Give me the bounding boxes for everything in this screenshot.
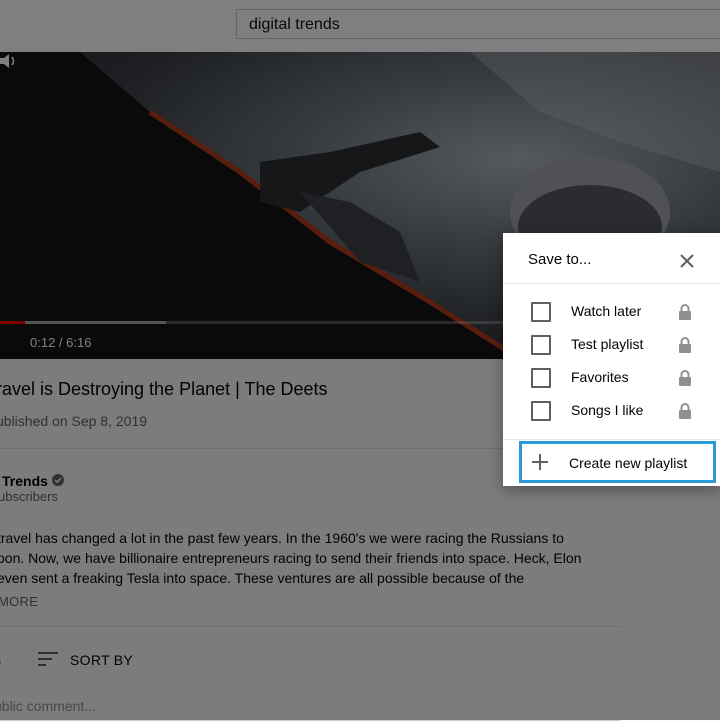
lock-icon xyxy=(679,304,691,320)
playlist-label: Watch later xyxy=(571,303,642,319)
plus-icon xyxy=(532,454,548,470)
close-icon[interactable] xyxy=(673,247,701,275)
playlist-item-watch-later[interactable]: Watch later xyxy=(503,297,720,327)
checkbox[interactable] xyxy=(531,401,551,421)
playlist-item-songs-i-like[interactable]: Songs I like xyxy=(503,396,720,426)
playlist-label: Songs I like xyxy=(571,402,644,418)
playlist-item-favorites[interactable]: Favorites xyxy=(503,363,720,393)
playlist-item-test-playlist[interactable]: Test playlist xyxy=(503,330,720,360)
create-new-playlist-label: Create new playlist xyxy=(569,455,688,471)
dialog-title: Save to... xyxy=(528,251,592,268)
lock-icon xyxy=(679,370,691,386)
playlist-label: Favorites xyxy=(571,369,629,385)
create-new-playlist-button[interactable]: Create new playlist xyxy=(519,441,716,483)
divider xyxy=(503,439,720,440)
playlist-label: Test playlist xyxy=(571,336,644,352)
divider xyxy=(503,283,720,284)
checkbox[interactable] xyxy=(531,302,551,322)
save-to-dialog: Save to... Watch later Test playlist Fav… xyxy=(503,233,720,486)
lock-icon xyxy=(679,337,691,353)
checkbox[interactable] xyxy=(531,335,551,355)
lock-icon xyxy=(679,403,691,419)
checkbox[interactable] xyxy=(531,368,551,388)
